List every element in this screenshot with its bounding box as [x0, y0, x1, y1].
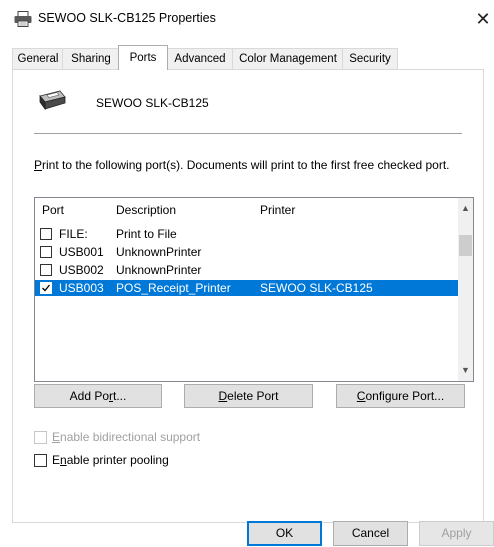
- port-name: USB002: [59, 263, 104, 277]
- column-header-description[interactable]: Description: [116, 198, 176, 222]
- port-checkbox[interactable]: [40, 228, 52, 240]
- printer-large-icon: [39, 90, 66, 111]
- configure-port-button[interactable]: Configure Port...: [336, 384, 465, 408]
- scroll-down-icon[interactable]: ▼: [458, 362, 473, 379]
- separator: [34, 133, 462, 134]
- port-row-usb002[interactable]: USB002 UnknownPrinter: [35, 262, 458, 278]
- checkmark-icon: [42, 284, 51, 292]
- port-list[interactable]: Port Description Printer FILE: Print to …: [34, 197, 474, 382]
- port-checkbox[interactable]: [40, 264, 52, 276]
- tab-general[interactable]: General: [12, 48, 64, 69]
- port-description: POS_Receipt_Printer: [116, 281, 231, 295]
- port-row-file[interactable]: FILE: Print to File: [35, 226, 458, 242]
- printer-icon: [14, 11, 32, 27]
- scroll-up-icon[interactable]: ▲: [458, 200, 473, 217]
- port-name: USB001: [59, 245, 104, 259]
- tab-sharing[interactable]: Sharing: [62, 48, 120, 69]
- printer-pooling-checkbox[interactable]: [34, 454, 47, 467]
- tab-ports[interactable]: Ports: [118, 45, 168, 70]
- cancel-button[interactable]: Cancel: [333, 521, 408, 546]
- window-title: SEWOO SLK-CB125 Properties: [38, 11, 216, 25]
- apply-button[interactable]: Apply: [419, 521, 494, 546]
- column-header-port[interactable]: Port: [42, 198, 64, 222]
- scroll-thumb[interactable]: [459, 235, 472, 256]
- close-icon[interactable]: ✕: [472, 6, 494, 32]
- port-description: Print to File: [116, 227, 177, 241]
- tab-color-management[interactable]: Color Management: [232, 48, 344, 69]
- port-checkbox[interactable]: [40, 246, 52, 258]
- vertical-scrollbar[interactable]: ▲ ▼: [458, 198, 473, 381]
- port-description: UnknownPrinter: [116, 263, 202, 277]
- add-port-button[interactable]: Add Port...: [34, 384, 162, 408]
- port-printer: SEWOO SLK-CB125: [260, 281, 373, 295]
- bidirectional-support-label: Enable bidirectional support: [52, 430, 201, 444]
- port-name: FILE:: [59, 227, 88, 241]
- tab-security[interactable]: Security: [342, 48, 398, 69]
- port-row-usb003[interactable]: USB003 POS_Receipt_Printer SEWOO SLK-CB1…: [35, 280, 458, 296]
- port-description: UnknownPrinter: [116, 245, 202, 259]
- column-header-printer[interactable]: Printer: [260, 198, 295, 222]
- ports-description: Print to the following port(s). Document…: [34, 158, 450, 172]
- delete-port-button[interactable]: Delete Port: [184, 384, 313, 408]
- bidirectional-support-checkbox[interactable]: [34, 431, 47, 444]
- title-bar: SEWOO SLK-CB125 Properties ✕: [0, 0, 494, 38]
- ok-button[interactable]: OK: [247, 521, 322, 546]
- printer-pooling-label: Enable printer pooling: [52, 453, 169, 467]
- printer-name: SEWOO SLK-CB125: [96, 96, 209, 110]
- port-name: USB003: [59, 281, 104, 295]
- port-row-usb001[interactable]: USB001 UnknownPrinter: [35, 244, 458, 260]
- tab-advanced[interactable]: Advanced: [166, 48, 234, 69]
- port-checkbox-checked[interactable]: [40, 282, 52, 294]
